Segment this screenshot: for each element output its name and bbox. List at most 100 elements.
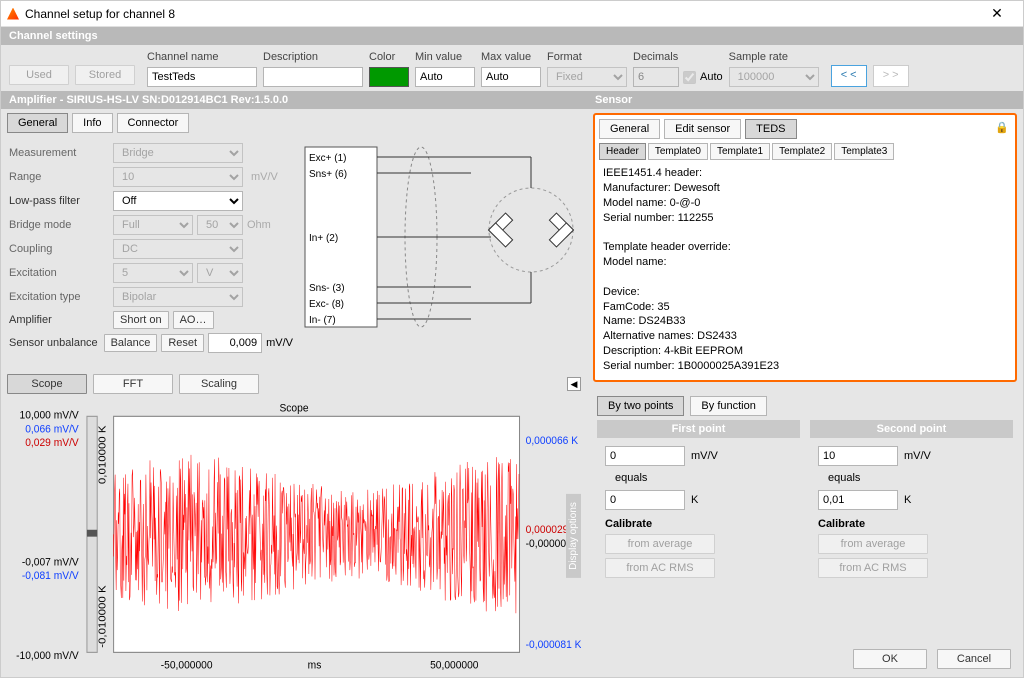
lpf-select[interactable]: Off	[113, 191, 243, 211]
from-acrms-2[interactable]: from AC RMS	[818, 558, 928, 578]
tab-general[interactable]: General	[7, 113, 68, 133]
tab-connector[interactable]: Connector	[117, 113, 190, 133]
coupling-select[interactable]: DC	[113, 239, 243, 259]
prev-channel-button[interactable]: < <	[831, 65, 867, 87]
titlebar: Channel setup for channel 8 ✕	[1, 1, 1023, 27]
max-value-label: Max value	[481, 51, 541, 63]
ohm-label: Ohm	[247, 219, 271, 231]
unbalance-input[interactable]	[208, 333, 262, 353]
teds-subtab-header[interactable]: Header	[599, 143, 646, 160]
tab-info[interactable]: Info	[72, 113, 112, 133]
excitation-label: Excitation	[9, 267, 109, 279]
lock-icon: 🔒	[995, 121, 1009, 134]
close-icon[interactable]: ✕	[977, 5, 1017, 22]
sensor-tab-edit[interactable]: Edit sensor	[664, 119, 741, 139]
color-label: Color	[369, 51, 409, 63]
teds-subtab-t2[interactable]: Template2	[772, 143, 832, 160]
color-swatch[interactable]	[369, 67, 409, 87]
svg-text:0,066 mV/V: 0,066 mV/V	[25, 423, 79, 436]
channel-settings-header: Channel settings	[1, 27, 1023, 45]
stored-button[interactable]: Stored	[75, 65, 135, 85]
ok-button[interactable]: OK	[853, 649, 927, 669]
svg-text:Sns+ (6): Sns+ (6)	[309, 169, 347, 180]
svg-text:0,010000 K: 0,010000 K	[97, 425, 108, 484]
calibrate-2: Calibrate	[818, 518, 1005, 530]
svg-text:10,000 mV/V: 10,000 mV/V	[20, 409, 80, 422]
unbalance-unit: mV/V	[266, 337, 293, 349]
decimals-auto-label: Auto	[700, 71, 723, 83]
svg-text:-0,000081 K: -0,000081 K	[526, 638, 581, 651]
teds-panel: 🔒 General Edit sensor TEDS Header Templa…	[593, 113, 1017, 382]
min-value-input[interactable]	[415, 67, 475, 87]
bridge-ohm-select[interactable]: 50	[197, 215, 243, 235]
p2-in-unit: mV/V	[904, 450, 931, 462]
p1-out[interactable]	[605, 490, 685, 510]
amplifier-label: Amplifier	[9, 314, 109, 326]
from-average-1[interactable]: from average	[605, 534, 715, 554]
decimals-auto-checkbox[interactable]	[683, 71, 696, 84]
description-label: Description	[263, 51, 363, 63]
app-logo-icon	[7, 8, 19, 20]
from-average-2[interactable]: from average	[818, 534, 928, 554]
calib-by-two-points[interactable]: By two points	[597, 396, 684, 416]
svg-text:50,000000: 50,000000	[430, 659, 478, 672]
svg-text:Exc+ (1): Exc+ (1)	[309, 153, 347, 164]
sample-rate-label: Sample rate	[729, 51, 819, 63]
reset-button[interactable]: Reset	[161, 334, 204, 352]
balance-button[interactable]: Balance	[104, 334, 158, 352]
svg-text:-0,007 mV/V: -0,007 mV/V	[22, 556, 80, 569]
description-input[interactable]	[263, 67, 363, 87]
calib-by-function[interactable]: By function	[690, 396, 766, 416]
teds-subtab-t0[interactable]: Template0	[648, 143, 708, 160]
svg-text:Sns- (3): Sns- (3)	[309, 283, 345, 294]
sample-rate-select[interactable]: 100000	[729, 67, 819, 87]
collapse-icon[interactable]: ◀	[567, 377, 581, 391]
ao-button[interactable]: AO…	[173, 311, 214, 329]
sensor-tab-teds[interactable]: TEDS	[745, 119, 796, 139]
next-channel-button[interactable]: > >	[873, 65, 909, 87]
lpf-label: Low-pass filter	[9, 195, 109, 207]
bridge-mode-select[interactable]: Full	[113, 215, 193, 235]
short-on-button[interactable]: Short on	[113, 311, 169, 329]
teds-subtab-t1[interactable]: Template1	[710, 143, 770, 160]
measurement-select[interactable]: Bridge	[113, 143, 243, 163]
calibrate-1: Calibrate	[605, 518, 792, 530]
format-select[interactable]: Fixed	[547, 67, 627, 87]
teds-subtab-t3[interactable]: Template3	[834, 143, 894, 160]
max-value-input[interactable]	[481, 67, 541, 87]
channel-name-input[interactable]	[147, 67, 257, 87]
range-select[interactable]: 10	[113, 167, 243, 187]
sensor-tab-general[interactable]: General	[599, 119, 660, 139]
cancel-button[interactable]: Cancel	[937, 649, 1011, 669]
equals-2: equals	[828, 472, 995, 484]
used-button[interactable]: Used	[9, 65, 69, 85]
sensor-header: Sensor	[587, 91, 1023, 109]
p2-out-unit: K	[904, 494, 911, 506]
tab-fft[interactable]: FFT	[93, 374, 173, 394]
excitation-unit-select[interactable]: V	[197, 263, 243, 283]
svg-text:Scope: Scope	[279, 402, 308, 415]
tab-scope[interactable]: Scope	[7, 374, 87, 394]
coupling-label: Coupling	[9, 243, 109, 255]
excitation-select[interactable]: 5	[113, 263, 193, 283]
tab-scaling[interactable]: Scaling	[179, 374, 259, 394]
p2-out[interactable]	[818, 490, 898, 510]
unbalance-label: Sensor unbalance	[9, 337, 100, 349]
p2-in[interactable]	[818, 446, 898, 466]
p1-out-unit: K	[691, 494, 698, 506]
from-acrms-1[interactable]: from AC RMS	[605, 558, 715, 578]
svg-text:-0,081 mV/V: -0,081 mV/V	[22, 570, 80, 583]
channel-name-label: Channel name	[147, 51, 257, 63]
second-point-header: Second point	[810, 420, 1013, 438]
range-unit: mV/V	[251, 171, 278, 183]
scope-plot: Display options Scope 10,000 mV/V 0,066 …	[7, 398, 581, 673]
svg-text:In- (7): In- (7)	[309, 315, 336, 326]
excitation-type-select[interactable]: Bipolar	[113, 287, 243, 307]
range-label: Range	[9, 171, 109, 183]
svg-text:-0,010000 K: -0,010000 K	[97, 585, 108, 648]
amplifier-header: Amplifier - SIRIUS-HS-LV SN:D012914BC1 R…	[1, 91, 587, 109]
display-options-handle[interactable]: Display options	[566, 494, 581, 578]
decimals-input[interactable]	[633, 67, 679, 87]
svg-text:-50,000000: -50,000000	[161, 659, 213, 672]
p1-in[interactable]	[605, 446, 685, 466]
